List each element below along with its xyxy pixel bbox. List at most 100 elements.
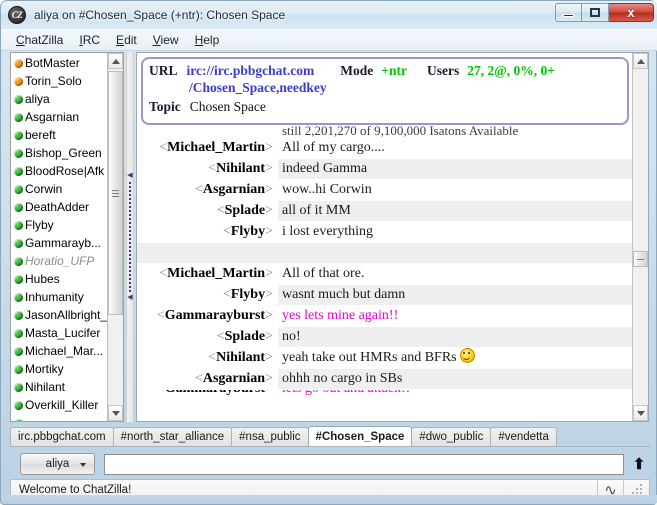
close-button[interactable]: x (609, 3, 654, 22)
channel-tab[interactable]: #north_star_alliance (112, 427, 233, 446)
user-list-item[interactable]: Asgarnian (11, 108, 108, 126)
message-text: lets go out and attack!! (282, 390, 410, 396)
message-body: still 2,201,270 of 9,100,000 Isatons Ava… (278, 126, 518, 137)
user-list[interactable]: BotMaster Torin_Solo aliya Asgarnian bereft B… (11, 53, 108, 421)
user-list-item[interactable]: Michael_Mar... (11, 342, 108, 360)
chatzilla-icon: CZ (8, 6, 26, 24)
message-nick[interactable]: <Nihilant> (137, 348, 278, 368)
user-list-item[interactable]: Masta_Lucifer (11, 324, 108, 342)
chat-scrollbar[interactable] (632, 53, 648, 421)
message-nick[interactable]: <Flyby> (137, 222, 278, 242)
channel-url-link-part2[interactable]: /Chosen_Space,needkey (189, 79, 327, 96)
message-nick[interactable]: <Splade> (137, 201, 278, 221)
channel-tab-label: irc.pbbgchat.com (18, 431, 106, 443)
message-nick[interactable]: <Asgarnian> (137, 369, 278, 389)
message-nick[interactable]: <Nihilant> (137, 159, 278, 179)
user-list-item[interactable]: aliya (11, 90, 108, 108)
nick-bracket-right: > (265, 203, 273, 218)
voice-status-icon (14, 310, 23, 320)
user-list-item[interactable]: BloodRose|Afk (11, 162, 108, 180)
user-list-item[interactable]: Mortiky (11, 360, 108, 378)
user-nick-label: bereft (25, 128, 56, 142)
message-nick[interactable]: <Gammarayburst> (137, 306, 278, 326)
voice-status-icon (14, 130, 23, 140)
channel-url-link[interactable]: irc://irc.pbbgchat.com (187, 62, 315, 79)
user-nick-label: Flyby (25, 218, 54, 232)
voice-status-icon (14, 400, 23, 410)
message-body: yeah take out HMRs and BFRs (278, 348, 475, 368)
channel-tab[interactable]: #vendetta (490, 427, 557, 446)
channel-tab[interactable]: #dwo_public (411, 427, 492, 446)
nick-text: Michael_Martin (167, 266, 266, 281)
user-list-item[interactable]: Corwin (11, 180, 108, 198)
message-nick[interactable]: <Asgarnian> (137, 180, 278, 200)
maximize-button[interactable] (582, 3, 609, 22)
panel-splitter[interactable]: ◀ ◀ (126, 52, 134, 422)
message-row: <Asgarnian> wow..hi Corwin (137, 180, 633, 201)
menu-item-chatzilla[interactable]: ChatZilla (8, 31, 71, 49)
minimize-icon (563, 13, 574, 17)
user-list-item[interactable]: Nihilant (11, 378, 108, 396)
nick-text: Flyby (230, 287, 266, 302)
menu-item-view[interactable]: View (145, 31, 187, 49)
message-body: indeed Gamma (278, 159, 367, 179)
user-nick-label: Bishop_Green (25, 146, 102, 160)
header-url-row: URL irc://irc.pbbgchat.com Mode +ntr Use… (149, 62, 621, 79)
user-list-item[interactable]: JasonAllbright_ (11, 306, 108, 324)
voice-status-icon (14, 184, 23, 194)
message-nick[interactable]: <Flyby> (137, 285, 278, 305)
user-list-item[interactable]: bereft (11, 126, 108, 144)
channel-tab[interactable]: irc.pbbgchat.com (10, 427, 114, 446)
nick-bracket-right: > (265, 182, 273, 197)
user-list-item[interactable]: DeathAdder (11, 198, 108, 216)
user-list-item[interactable]: Hubes (11, 270, 108, 288)
user-nick-label: Masta_Lucifer (25, 326, 101, 340)
nick-text: Asgarnian (202, 371, 266, 386)
chat-scroll-up-button[interactable] (633, 53, 648, 69)
chat-scroll-area[interactable]: URL irc://irc.pbbgchat.com Mode +ntr Use… (137, 53, 633, 421)
send-button[interactable]: ⬆ (630, 453, 648, 475)
user-list-item[interactable]: Torin_Solo (11, 72, 108, 90)
maximize-icon (590, 8, 600, 17)
voice-status-icon (14, 202, 23, 212)
message-nick[interactable]: <Splade> (137, 327, 278, 347)
user-list-item[interactable]: Inhumanity (11, 288, 108, 306)
voice-status-icon (14, 364, 23, 374)
splitter-collapse-right-icon[interactable]: ◀ (127, 294, 132, 301)
user-list-item[interactable]: Gammarayb... (11, 234, 108, 252)
user-list-item[interactable]: Flyby (11, 216, 108, 234)
message-nick[interactable]: <Gammarayburst> (137, 390, 278, 399)
user-nick-label: Gammarayb... (25, 236, 102, 250)
menu-item-help[interactable]: Help (187, 31, 228, 49)
message-text: still 2,201,270 of 9,100,000 Isatons Ava… (282, 126, 519, 137)
nickname-button[interactable]: aliya (20, 453, 95, 475)
nick-text: Asgarnian (202, 182, 266, 197)
channel-tab[interactable]: #nsa_public (231, 427, 309, 446)
user-list-item[interactable]: Overkill_Killer (11, 396, 108, 414)
chat-scrollbar-thumb[interactable] (633, 251, 648, 267)
minimize-button[interactable] (555, 3, 582, 22)
user-list-scrollbar[interactable] (107, 53, 123, 421)
message-row: <Gammarayburst> lets go out and attack!! (137, 390, 633, 400)
message-nick[interactable]: <Michael_Martin> (137, 138, 278, 158)
chat-scroll-down-button[interactable] (633, 405, 648, 421)
message-body: yes lets mine again!! (278, 306, 398, 326)
channel-tab[interactable]: #Chosen_Space (307, 426, 413, 446)
message-nick[interactable]: <Michael_Martin> (137, 264, 278, 284)
message-text: All of that ore. (282, 266, 365, 281)
topic-value[interactable]: Chosen Space (190, 98, 266, 115)
message-input[interactable] (104, 453, 624, 475)
user-list-item[interactable]: Bishop_Green (11, 144, 108, 162)
scrollbar-thumb[interactable] (108, 71, 123, 315)
user-list-item[interactable] (11, 414, 108, 421)
splitter-collapse-left-icon[interactable]: ◀ (127, 172, 132, 179)
chatzilla-window: CZ aliya on #Chosen_Space (+ntr): Chosen… (0, 0, 657, 505)
menu-item-edit[interactable]: Edit (108, 31, 145, 49)
scroll-down-button[interactable] (108, 405, 123, 421)
user-list-item[interactable]: Horatio_UFP (11, 252, 108, 270)
title-bar[interactable]: CZ aliya on #Chosen_Space (+ntr): Chosen… (1, 1, 657, 29)
user-list-panel[interactable]: BotMaster Torin_Solo aliya Asgarnian bereft B… (10, 52, 124, 422)
user-list-item[interactable]: BotMaster (11, 54, 108, 72)
menu-item-irc[interactable]: IRC (71, 31, 108, 49)
scroll-up-button[interactable] (108, 53, 123, 69)
